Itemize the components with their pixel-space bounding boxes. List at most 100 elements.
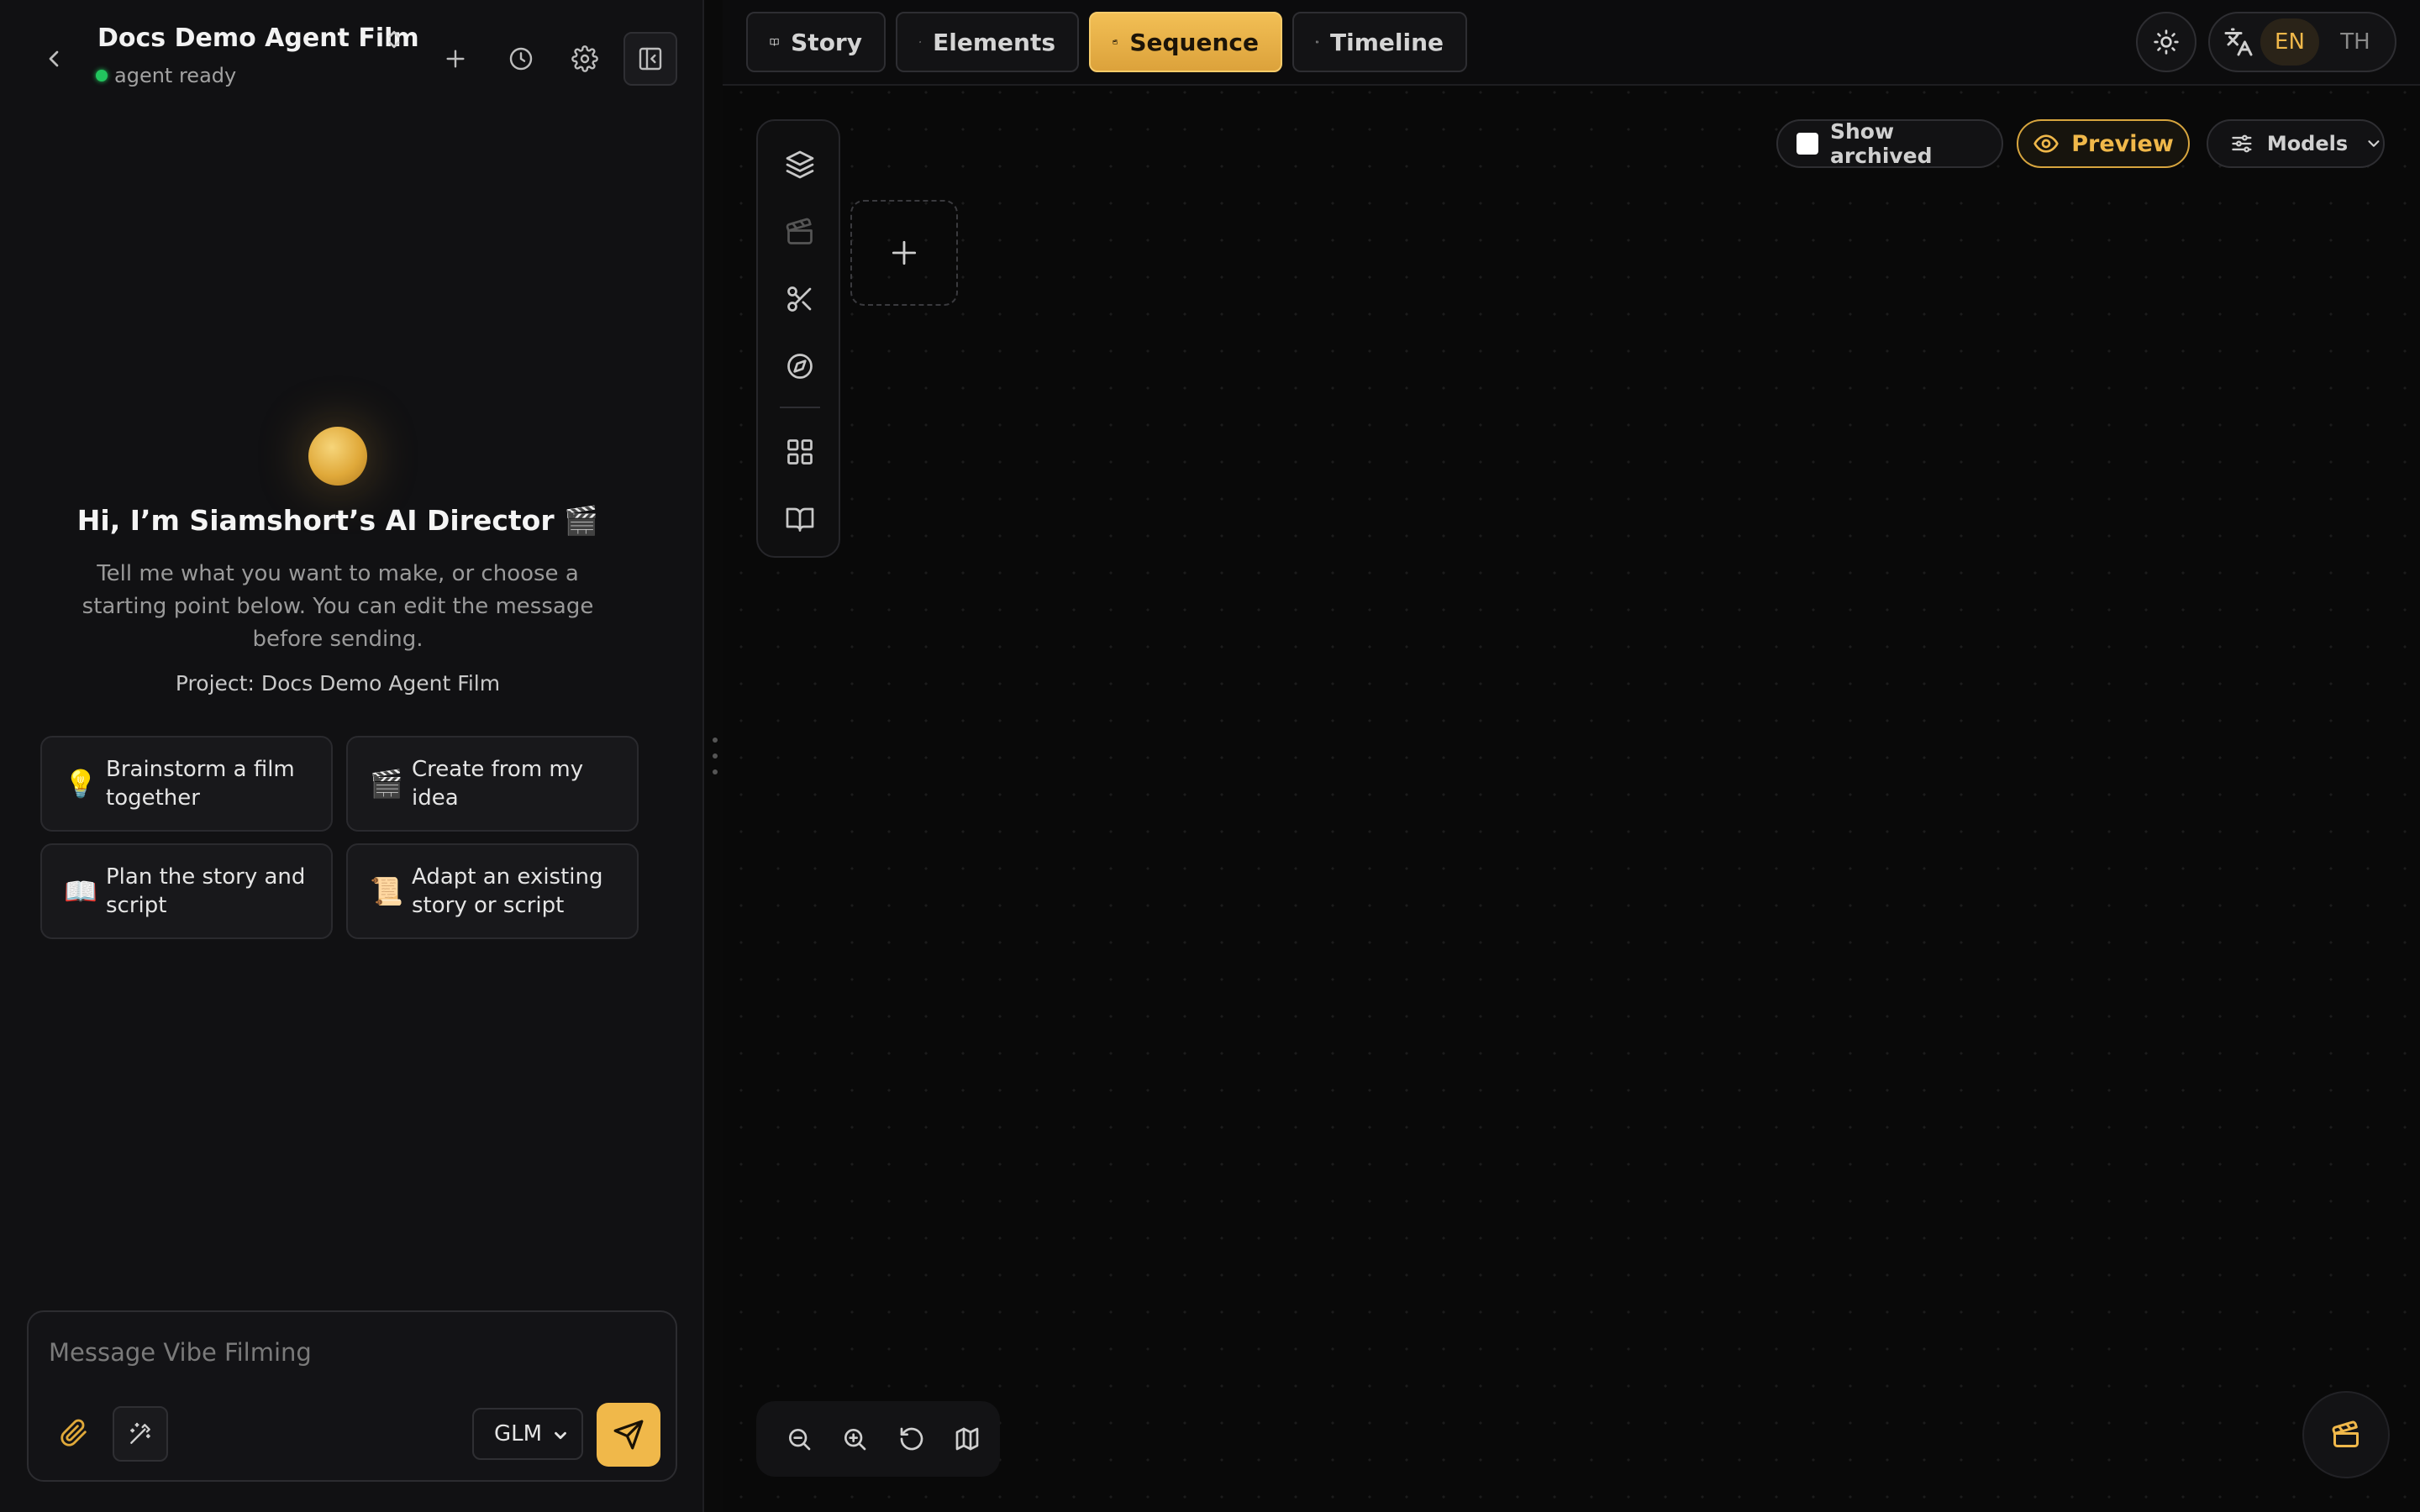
- project-title[interactable]: Docs Demo Agent Film: [97, 24, 419, 53]
- suggestion-create-from-idea[interactable]: 🎬 Create from my idea: [346, 736, 639, 832]
- chevron-left-icon: [40, 45, 67, 72]
- chat-panel: Docs Demo Agent Film agent ready Hi, I’m…: [0, 0, 704, 1512]
- welcome-section: Hi, I’m Siamshort’s AI Director 🎬 Tell m…: [34, 420, 642, 696]
- model-select-value: GLM: [494, 1421, 543, 1446]
- tab-elements[interactable]: Elements: [896, 12, 1079, 72]
- rail-navigate-button[interactable]: [776, 343, 823, 390]
- chevron-down-icon: [551, 1426, 570, 1445]
- sun-icon: [2153, 29, 2180, 55]
- book-open-icon: [770, 30, 779, 54]
- rail-scenes-button[interactable]: [776, 208, 823, 255]
- sequence-fab-button[interactable]: [2302, 1391, 2390, 1478]
- project-line: Project: Docs Demo Agent Film: [175, 671, 501, 696]
- tab-label: Sequence: [1129, 28, 1259, 56]
- clapperboard-icon: [1113, 30, 1118, 54]
- scroll-icon: 📜: [370, 875, 403, 907]
- preview-label: Preview: [2071, 130, 2174, 157]
- send-button[interactable]: [597, 1403, 660, 1467]
- compass-icon: [785, 351, 815, 381]
- ai-orb: [308, 427, 367, 486]
- show-archived-label: Show archived: [1830, 119, 1933, 168]
- send-icon: [613, 1419, 644, 1451]
- theme-toggle-button[interactable]: [2136, 12, 2196, 72]
- models-dropdown[interactable]: Models: [2207, 119, 2385, 168]
- gear-icon: [571, 45, 598, 72]
- message-input[interactable]: [49, 1334, 654, 1371]
- minimap-button[interactable]: [948, 1420, 986, 1458]
- preview-button[interactable]: Preview: [2017, 119, 2190, 168]
- suggestion-adapt-story[interactable]: 📜 Adapt an existing story or script: [346, 843, 639, 939]
- agent-status-text: agent ready: [114, 64, 237, 87]
- model-select[interactable]: GLM: [472, 1408, 583, 1460]
- tab-label: Story: [791, 28, 862, 56]
- show-archived-checkbox[interactable]: [1797, 133, 1818, 155]
- clapper-emoji-icon: 🎬: [370, 768, 403, 800]
- sliders-icon: [2230, 132, 2254, 155]
- image-edit-icon: [919, 30, 921, 54]
- show-archived-toggle[interactable]: Show archived: [1776, 119, 2003, 168]
- greeting-heading: Hi, I’m Siamshort’s AI Director 🎬: [76, 504, 599, 537]
- language-en[interactable]: EN: [2260, 18, 2319, 66]
- rail-guide-button[interactable]: [776, 496, 823, 543]
- eye-icon: [2033, 130, 2060, 157]
- suggestion-plan-story[interactable]: 📖 Plan the story and script: [40, 843, 333, 939]
- suggestion-brainstorm[interactable]: 💡 Brainstorm a film together: [40, 736, 333, 832]
- translate-icon: [2223, 27, 2254, 57]
- tab-label: Elements: [933, 28, 1055, 56]
- enhance-prompt-button[interactable]: [113, 1406, 168, 1462]
- new-chat-button[interactable]: [432, 35, 479, 82]
- status-dot: [96, 70, 108, 81]
- suggestion-label: Adapt an existing story or script: [412, 864, 603, 918]
- agent-status: agent ready: [96, 64, 236, 87]
- tab-timeline[interactable]: Timeline: [1292, 12, 1467, 72]
- panel-resize-handle[interactable]: [711, 738, 719, 774]
- back-button[interactable]: [30, 35, 77, 82]
- intro-text: Tell me what you want to make, or choose…: [82, 561, 594, 652]
- language-switcher: EN TH: [2208, 12, 2396, 72]
- tab-label: Timeline: [1330, 28, 1444, 56]
- zoom-out-button[interactable]: [780, 1420, 818, 1458]
- map-icon: [954, 1425, 981, 1452]
- language-th[interactable]: TH: [2326, 18, 2385, 66]
- grid-icon: [785, 437, 815, 467]
- models-label: Models: [2266, 132, 2349, 155]
- clapperboard-icon: [785, 217, 815, 247]
- rail-cut-button[interactable]: [776, 276, 823, 323]
- zoom-controls: [756, 1401, 1000, 1477]
- settings-button[interactable]: [561, 35, 608, 82]
- lightbulb-icon: 💡: [64, 768, 97, 800]
- sidebar-collapse-icon: [637, 45, 664, 72]
- rail-divider: [780, 407, 820, 408]
- chevron-up-down-icon[interactable]: [381, 27, 407, 52]
- plus-icon: [888, 237, 920, 269]
- zoom-in-button[interactable]: [835, 1420, 874, 1458]
- attach-button[interactable]: [47, 1406, 101, 1460]
- collapse-sidebar-button[interactable]: [623, 32, 677, 86]
- book-open-icon: [785, 504, 815, 534]
- paperclip-icon: [60, 1419, 88, 1447]
- clock-icon: [508, 45, 534, 72]
- tab-sequence[interactable]: Sequence: [1089, 12, 1282, 72]
- rail-grid-button[interactable]: [776, 428, 823, 475]
- history-button[interactable]: [497, 35, 544, 82]
- add-scene-button[interactable]: [850, 200, 958, 306]
- message-composer: GLM: [27, 1310, 677, 1482]
- chat-header: Docs Demo Agent Film agent ready: [0, 0, 704, 109]
- magic-wand-icon: [127, 1420, 154, 1447]
- film-icon: [1316, 30, 1318, 54]
- workspace-topbar: Story Elements Sequence Timeline EN TH: [723, 0, 2420, 86]
- reset-view-button[interactable]: [892, 1420, 931, 1458]
- zoom-out-icon: [786, 1425, 813, 1452]
- rail-layers-button[interactable]: [776, 141, 823, 188]
- layers-icon: [785, 150, 815, 180]
- tool-rail: [756, 119, 840, 558]
- chevron-down-icon: [2365, 134, 2383, 153]
- zoom-in-icon: [841, 1425, 868, 1452]
- tab-story[interactable]: Story: [746, 12, 886, 72]
- open-book-icon: 📖: [64, 875, 97, 907]
- plus-icon: [442, 45, 469, 72]
- sequence-workspace: Story Elements Sequence Timeline EN TH S…: [723, 0, 2420, 1512]
- suggestion-label: Plan the story and script: [106, 864, 306, 918]
- suggestion-label: Create from my idea: [412, 757, 584, 811]
- suggestion-label: Brainstorm a film together: [106, 757, 295, 811]
